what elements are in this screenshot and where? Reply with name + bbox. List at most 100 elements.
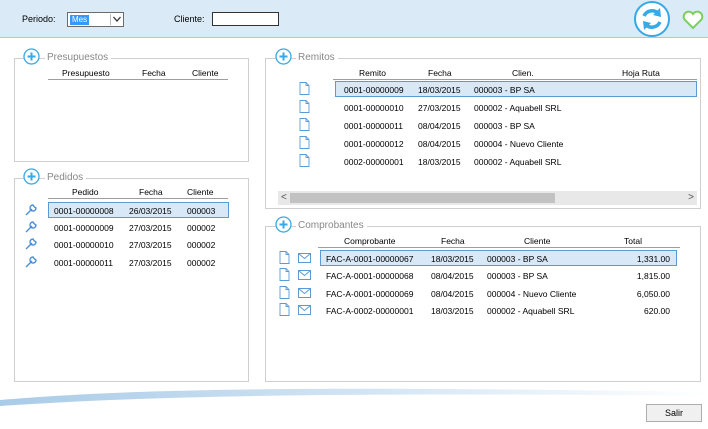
document-icon[interactable] (279, 251, 290, 264)
pedido-cliente: 000003 (187, 206, 216, 216)
remitos-title: Remitos (296, 52, 338, 63)
add-comprobante-button[interactable] (275, 216, 292, 233)
footer-wave-decoration (0, 388, 708, 406)
comprobante-number: FAC-A-0001-00000069 (326, 289, 414, 299)
remito-fecha: 18/03/2015 (418, 157, 461, 167)
wrench-icon[interactable] (24, 237, 38, 251)
document-icon[interactable] (279, 286, 290, 299)
remito-number: 0001-00000009 (344, 85, 404, 95)
comprobante-number: FAC-A-0001-00000068 (326, 271, 414, 281)
scrollbar-thumb[interactable] (290, 193, 555, 203)
cliente-label: Cliente: (174, 14, 205, 24)
remitos-horizontal-scrollbar[interactable]: < > (278, 191, 697, 205)
remitos-col-cliente[interactable]: Clien. (512, 68, 534, 78)
mail-icon[interactable] (298, 253, 311, 263)
document-icon[interactable] (299, 82, 310, 95)
remitos-col-remito[interactable]: Remito (359, 68, 386, 78)
pedido-fecha: 26/03/2015 (129, 206, 172, 216)
comprobante-total: 620.00 (644, 306, 670, 316)
chevron-down-icon[interactable] (110, 14, 122, 25)
scroll-right-arrow[interactable]: > (688, 192, 694, 203)
refresh-button[interactable] (634, 1, 670, 37)
pedido-number: 0001-00000011 (54, 258, 113, 268)
wrench-icon[interactable] (24, 255, 38, 269)
comprobante-cliente: 000002 - Aquabell SRL (487, 306, 575, 316)
comprobante-cliente: 000004 - Nuevo Cliente (487, 289, 577, 299)
add-pedido-button[interactable] (23, 168, 40, 185)
document-icon[interactable] (299, 136, 310, 149)
remito-number: 0001-00000010 (344, 103, 404, 113)
document-icon[interactable] (279, 268, 290, 281)
pedidos-col-fecha[interactable]: Fecha (139, 187, 163, 197)
pedido-cliente: 000002 (187, 223, 216, 233)
remito-cliente: 000004 - Nuevo Cliente (474, 139, 564, 149)
comprobante-fecha: 08/04/2015 (431, 271, 474, 281)
comprobante-total: 1,331.00 (636, 254, 670, 264)
presupuestos-header-divider (48, 79, 228, 80)
remito-cliente: 000002 - Aquabell SRL (474, 103, 562, 113)
pedidos-col-cliente[interactable]: Cliente (187, 187, 213, 197)
pedidos-header-divider (48, 198, 228, 199)
pedidos-title: Pedidos (45, 172, 87, 183)
toolbar: Periodo: Mes Cliente: (0, 0, 708, 38)
document-icon[interactable] (299, 154, 310, 167)
pedido-fecha: 27/03/2015 (129, 240, 172, 250)
pedidos-col-pedido[interactable]: Pedido (72, 187, 98, 197)
refresh-icon (642, 8, 662, 30)
remito-cliente: 000003 - BP SA (474, 85, 535, 95)
presupuestos-title: Presupuestos (45, 52, 112, 63)
comprobantes-col-cliente[interactable]: Cliente (524, 236, 550, 246)
comprobante-cliente: 000003 - BP SA (487, 254, 548, 264)
add-presupuesto-button[interactable] (23, 48, 40, 65)
heart-icon[interactable] (682, 10, 704, 30)
remito-fecha: 18/03/2015 (418, 85, 461, 95)
pedido-number: 0001-00000010 (54, 240, 114, 250)
mail-icon[interactable] (298, 288, 311, 298)
pedido-cliente: 000002 (187, 240, 216, 250)
comprobantes-col-fecha[interactable]: Fecha (441, 236, 465, 246)
remito-fecha: 27/03/2015 (418, 103, 461, 113)
document-icon[interactable] (299, 118, 310, 131)
comprobantes-col-total[interactable]: Total (624, 236, 642, 246)
pedido-cliente: 000002 (187, 258, 216, 268)
document-icon[interactable] (279, 303, 290, 316)
comprobante-number: FAC-A-0002-00000001 (326, 306, 414, 316)
comprobante-fecha: 18/03/2015 (431, 254, 474, 264)
mail-icon[interactable] (298, 305, 311, 315)
comprobante-fecha: 08/04/2015 (431, 289, 474, 299)
comprobantes-header-divider (318, 247, 680, 248)
add-remito-button[interactable] (275, 48, 292, 65)
remito-number: 0001-00000012 (344, 139, 404, 149)
salir-button[interactable]: Salir (646, 404, 702, 422)
cliente-input[interactable] (212, 12, 279, 26)
comprobante-cliente: 000003 - BP SA (487, 271, 548, 281)
wrench-icon[interactable] (24, 220, 38, 234)
comprobante-fecha: 18/03/2015 (431, 306, 474, 316)
comprobante-total: 1,815.00 (636, 271, 670, 281)
pedido-fecha: 27/03/2015 (129, 223, 172, 233)
document-icon[interactable] (299, 100, 310, 113)
presupuestos-col-presupuesto[interactable]: Presupuesto (62, 68, 110, 78)
comprobante-number: FAC-A-0001-00000067 (326, 254, 414, 264)
scroll-left-arrow[interactable]: < (281, 192, 287, 203)
pedido-fecha: 27/03/2015 (129, 258, 172, 268)
pedido-number: 0001-00000008 (54, 206, 114, 216)
remito-cliente: 000003 - BP SA (474, 121, 535, 131)
remitos-col-hoja-ruta[interactable]: Hoja Ruta (622, 68, 660, 78)
periodo-selected-value: Mes (70, 15, 90, 25)
comprobantes-title: Comprobantes (296, 220, 367, 231)
remitos-col-fecha[interactable]: Fecha (428, 68, 452, 78)
periodo-select[interactable]: Mes (67, 12, 124, 27)
mail-icon[interactable] (298, 270, 311, 280)
remito-number: 0001-00000011 (344, 121, 403, 131)
wrench-icon[interactable] (24, 203, 38, 217)
remitos-header-divider (333, 79, 697, 80)
comprobantes-col-comprobante[interactable]: Comprobante (344, 236, 396, 246)
remito-fecha: 08/04/2015 (418, 139, 461, 149)
presupuestos-col-fecha[interactable]: Fecha (142, 68, 166, 78)
presupuestos-col-cliente[interactable]: Cliente (192, 68, 218, 78)
remito-number: 0002-00000001 (344, 157, 404, 167)
comprobante-total: 6,050.00 (636, 289, 670, 299)
remito-fecha: 08/04/2015 (418, 121, 461, 131)
periodo-label: Periodo: (22, 14, 56, 24)
